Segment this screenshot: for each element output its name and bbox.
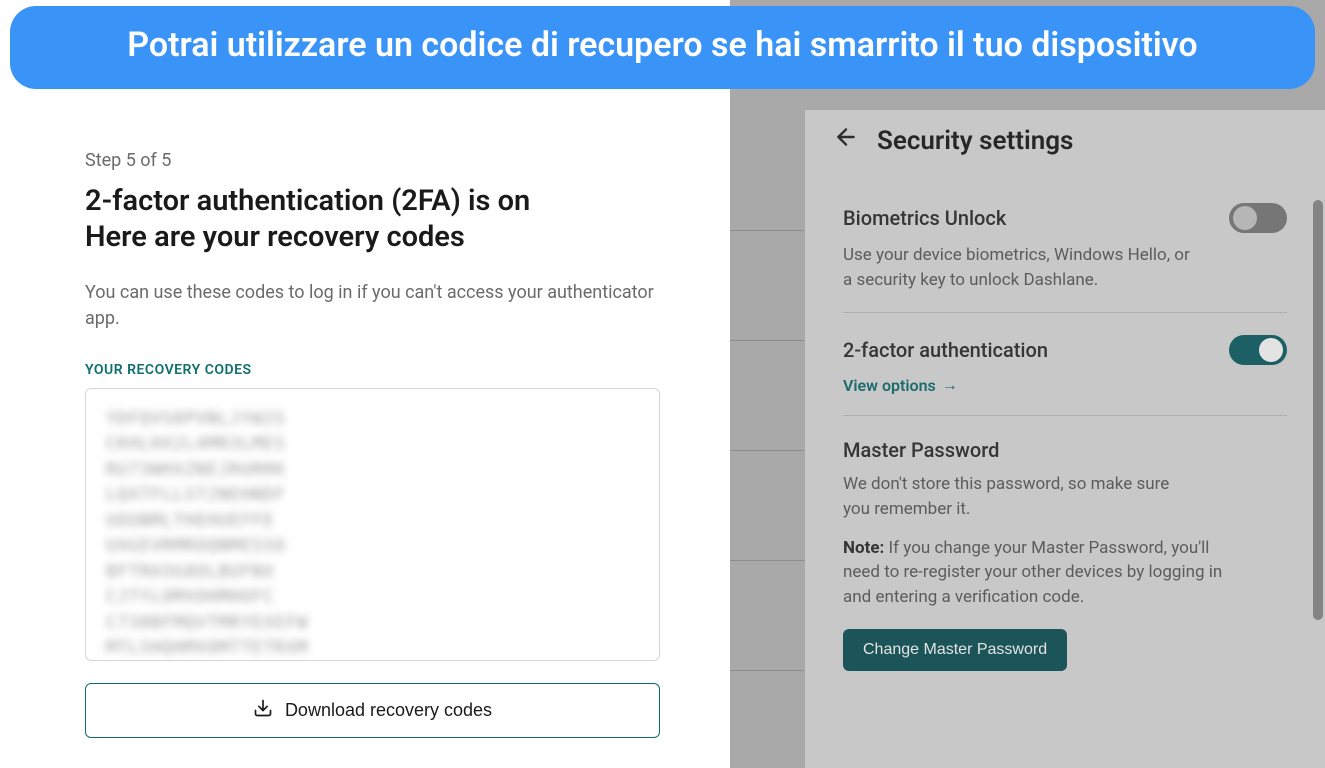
info-banner: Potrai utilizzare un codice di recupero …	[10, 6, 1315, 89]
recovery-code: CKHLHX2L4MR3LMES	[106, 432, 639, 458]
note-text: If you change your Master Password, you'…	[843, 538, 1222, 607]
recovery-code: UOUNMLTHEHUEFFE	[106, 509, 639, 535]
change-master-password-button[interactable]: Change Master Password	[843, 629, 1067, 671]
settings-header: Security settings	[805, 110, 1325, 175]
step-indicator: Step 5 of 5	[85, 150, 660, 171]
recovery-code: MTLSHQHMXOMTTETRXM	[106, 636, 639, 662]
recovery-code: C738BFMQVTMRYEXEFW	[106, 611, 639, 637]
recovery-code: BFTRH3G8OLBUFNX	[106, 560, 639, 586]
biometrics-title: Biometrics Unlock	[843, 206, 1006, 230]
page-description: You can use these codes to log in if you…	[85, 280, 660, 332]
note-label: Note:	[843, 538, 884, 558]
download-recovery-codes-button[interactable]: Download recovery codes	[85, 683, 660, 738]
divider-line	[730, 450, 805, 451]
recovery-codes-panel: Step 5 of 5 2-factor authentication (2FA…	[0, 0, 730, 768]
biometrics-toggle[interactable]	[1229, 203, 1287, 233]
master-password-setting: Master Password We don't store this pass…	[843, 415, 1287, 691]
master-password-title: Master Password	[843, 438, 1287, 462]
page-title: 2-factor authentication (2FA) is on Here…	[85, 183, 660, 256]
recovery-code: YDFQVS8PVNLJYW2S	[106, 407, 639, 433]
recovery-code: RU73WHXZNEJRURRK	[106, 458, 639, 484]
view-options-label: View options	[843, 376, 936, 395]
title-line-2: Here are your recovery codes	[85, 220, 465, 254]
twofa-toggle[interactable]	[1229, 335, 1287, 365]
scrollbar-track[interactable]	[1313, 180, 1323, 758]
download-icon	[253, 698, 273, 723]
settings-title: Security settings	[877, 126, 1073, 156]
recovery-code: LQXTFLLST2NEHNDF	[106, 483, 639, 509]
divider-line	[730, 340, 805, 341]
banner-text: Potrai utilizzare un codice di recupero …	[127, 25, 1197, 65]
arrow-right-icon: →	[942, 375, 958, 395]
right-wrap: Security settings Biometrics Unlock Use …	[805, 0, 1325, 768]
twofa-view-options-link[interactable]: View options →	[843, 375, 958, 395]
divider-line	[730, 560, 805, 561]
recovery-codes-box: YDFQVS8PVNLJYW2S CKHLHX2L4MR3LMES RU73WH…	[85, 388, 660, 661]
download-button-label: Download recovery codes	[285, 700, 492, 721]
title-line-1: 2-factor authentication (2FA) is on	[85, 184, 530, 218]
biometrics-setting: Biometrics Unlock Use your device biomet…	[843, 181, 1287, 312]
divider-line	[730, 230, 805, 231]
scrollbar-thumb[interactable]	[1313, 200, 1323, 620]
master-password-note: Note: If you change your Master Password…	[843, 536, 1243, 610]
back-arrow-icon[interactable]	[833, 124, 859, 157]
twofa-setting: 2-factor authentication View options →	[843, 312, 1287, 415]
background-strip	[730, 0, 805, 768]
biometrics-description: Use your device biometrics, Windows Hell…	[843, 243, 1193, 292]
change-button-label: Change Master Password	[863, 641, 1047, 658]
settings-body: Biometrics Unlock Use your device biomet…	[805, 175, 1325, 763]
master-password-description: We don't store this password, so make su…	[843, 472, 1193, 521]
recovery-codes-label: YOUR RECOVERY CODES	[85, 362, 660, 378]
twofa-title: 2-factor authentication	[843, 338, 1048, 362]
recovery-code: CJTYLOMXOHMHOFC	[106, 585, 639, 611]
app-container: Step 5 of 5 2-factor authentication (2FA…	[0, 0, 1325, 768]
divider-line	[730, 670, 805, 671]
recovery-code: UXGEVRMROQNMESSO	[106, 534, 639, 560]
security-settings-panel: Security settings Biometrics Unlock Use …	[805, 110, 1325, 768]
